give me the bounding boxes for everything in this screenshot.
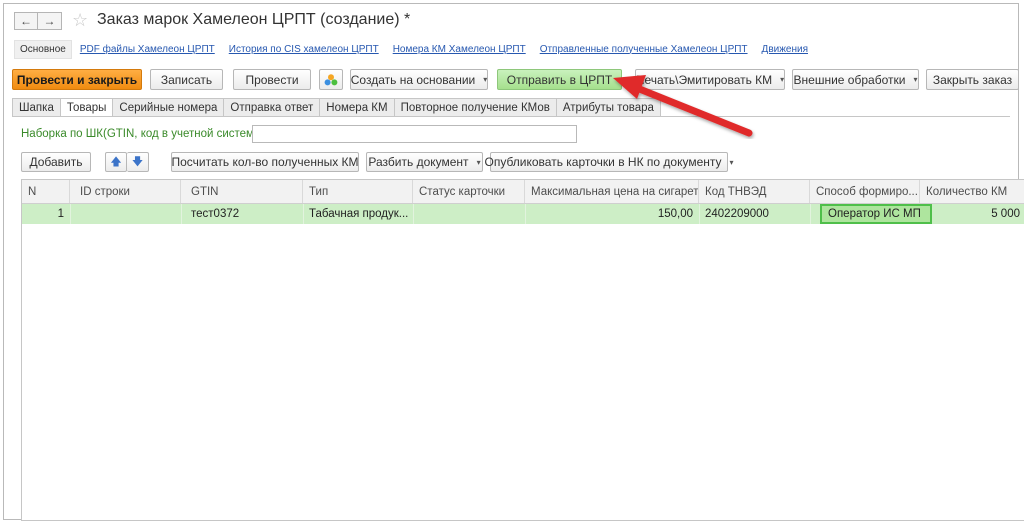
save-button[interactable]: Записать [150,69,223,90]
cell-row-id[interactable] [70,204,181,224]
publish-label: Опубликовать карточки в НК по документу [484,155,722,169]
cell-tnved[interactable]: 2402209000 [699,204,810,224]
link-main[interactable]: Основное [14,39,72,59]
tab-send-response[interactable]: Отправка ответ [223,98,321,116]
cell-method[interactable]: Оператор ИС МП [820,204,932,224]
external-label: Внешние обработки [793,72,906,87]
cell-max-price[interactable]: 150,00 [525,204,699,224]
print-emit-label: Печать\Эмитировать КМ [635,72,773,87]
move-down-icon[interactable]: 🡇 [127,152,149,172]
move-up-icon[interactable]: 🡅 [105,152,127,172]
cell-card-status[interactable] [413,204,525,224]
create-based-label: Создать на основании [350,72,476,87]
save-label: Записать [160,72,213,87]
send-to-crpt-button[interactable]: Отправить в ЦРПТ [497,69,622,90]
row-separator [810,204,811,224]
document-window: ← → ☆ Заказ марок Хамелеон ЦРПТ (создани… [3,3,1024,521]
send-to-crpt-label: Отправить в ЦРПТ [506,72,613,87]
count-km-label: Посчитать кол-во полученных КМ [171,155,359,169]
col-km-qty[interactable]: Количество КМ [920,180,1024,203]
history-nav: ← → [14,12,62,30]
arrow-left-icon[interactable]: ← [14,12,38,30]
star-icon[interactable]: ☆ [72,10,88,31]
cell-gtin[interactable]: тест0372 [181,204,303,224]
link-sent-received[interactable]: Отправленные полученные Хамелеон ЦРПТ [540,44,748,55]
col-row-id[interactable]: ID строки [70,180,181,203]
tab-goods-attributes[interactable]: Атрибуты товара [555,98,661,116]
cell-km-qty[interactable]: 5 000 [920,204,1024,224]
split-document-button[interactable]: Разбить документ ▾ [366,152,483,172]
structure-icon[interactable] [319,69,343,90]
table-row[interactable]: 1 тест0372 Табачная продук... 150,00 240… [22,204,1024,224]
tab-repeat-km[interactable]: Повторное получение КМов [393,98,557,116]
barcode-filter-input[interactable] [252,125,577,143]
tab-header[interactable]: Шапка [12,98,61,116]
page-title: Заказ марок Хамелеон ЦРПТ (создание) * [97,11,411,28]
link-cis-history[interactable]: История по CIS хамелеон ЦРПТ [229,44,379,55]
cell-n[interactable]: 1 [22,204,70,224]
close-order-label: Закрыть заказ [932,72,1013,87]
col-max-price[interactable]: Максимальная цена на сигареты [525,180,699,203]
col-method[interactable]: Способ формиро... [810,180,920,203]
close-order-button[interactable]: Закрыть заказ [926,69,1019,90]
col-card-status[interactable]: Статус карточки [413,180,525,203]
count-km-button[interactable]: Посчитать кол-во полученных КМ [171,152,359,172]
section-links: Основное PDF файлы Хамелеон ЦРПТ История… [14,39,822,59]
link-movements[interactable]: Движения [762,44,808,55]
tab-km-numbers[interactable]: Номера КМ [319,98,395,116]
col-gtin[interactable]: GTIN [181,180,303,203]
goods-table: N ID строки GTIN Тип Статус карточки Мак… [21,179,1024,521]
post-and-close-label: Провести и закрыть [16,72,138,87]
split-label: Разбить документ [368,155,469,169]
tab-serial-numbers[interactable]: Серийные номера [112,98,225,116]
col-n[interactable]: N [22,180,70,203]
tab-bar: Шапка Товары Серийные номера Отправка от… [12,98,661,116]
col-tnved[interactable]: Код ТНВЭД [699,180,810,203]
barcode-filter-label: Наборка по ШК(GTIN, код в учетной систем… [21,128,268,140]
chevron-down-icon: ▾ [483,75,488,84]
publish-cards-button[interactable]: Опубликовать карточки в НК по документу … [484,152,734,172]
tab-goods[interactable]: Товары [59,98,114,116]
table-header: N ID строки GTIN Тип Статус карточки Мак… [22,180,1024,204]
chevron-down-icon: ▾ [913,75,918,84]
print-emit-button[interactable]: Печать\Эмитировать КМ ▾ [635,69,785,90]
link-km-numbers[interactable]: Номера КМ Хамелеон ЦРПТ [393,44,526,55]
cell-type[interactable]: Табачная продук... [303,204,413,224]
chevron-down-icon: ▾ [780,75,785,84]
arrow-right-icon[interactable]: → [38,12,62,30]
chevron-down-icon: ▾ [476,157,481,167]
post-label: Провести [245,72,299,87]
post-and-close-button[interactable]: Провести и закрыть [12,69,142,90]
col-type[interactable]: Тип [303,180,413,203]
post-button[interactable]: Провести [233,69,311,90]
chevron-down-icon: ▾ [729,157,734,167]
structure-glyph [324,73,338,85]
create-based-on-button[interactable]: Создать на основании ▾ [350,69,488,90]
link-pdf-files[interactable]: PDF файлы Хамелеон ЦРПТ [80,44,215,55]
add-button[interactable]: Добавить [21,152,91,172]
tab-divider [12,116,1010,117]
external-processing-button[interactable]: Внешние обработки ▾ [792,69,919,90]
add-label: Добавить [29,155,83,169]
